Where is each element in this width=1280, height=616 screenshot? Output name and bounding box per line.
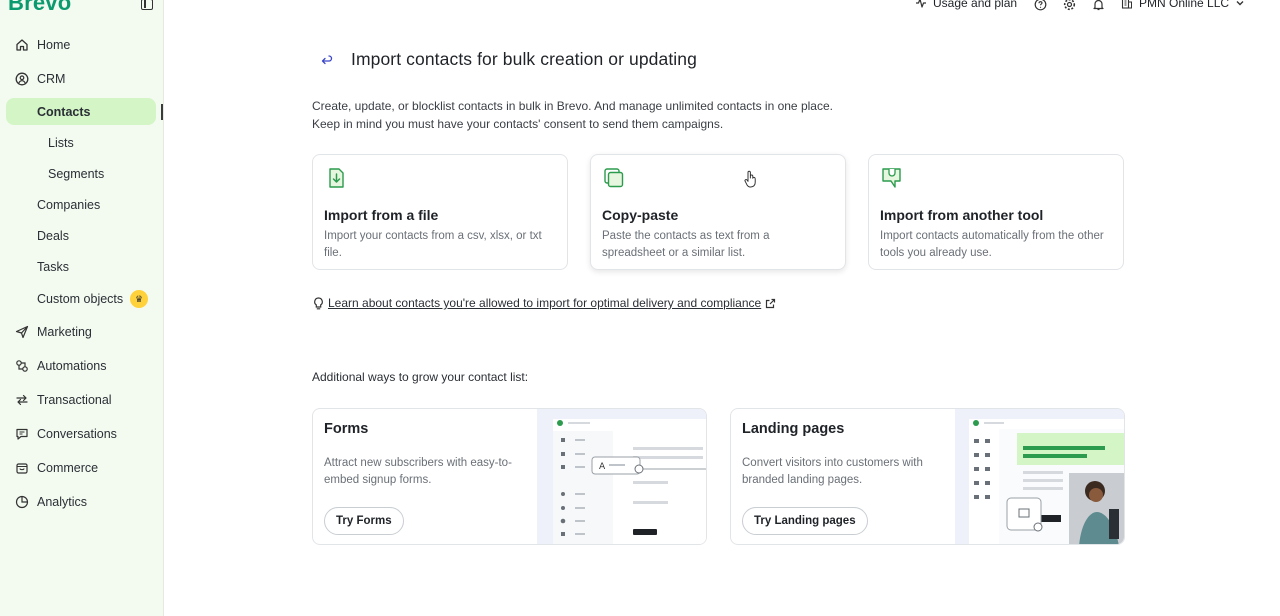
sidebar-item-label: Segments bbox=[48, 167, 105, 181]
card-title: Import from a file bbox=[324, 207, 439, 223]
crown-icon: ♛ bbox=[130, 290, 148, 308]
sidebar-item-label: Deals bbox=[37, 229, 69, 243]
back-icon[interactable] bbox=[319, 53, 335, 69]
card-description: Attract new subscribers with easy-to-emb… bbox=[324, 457, 512, 486]
card-description: Import your contacts from a csv, xlsx, o… bbox=[324, 230, 542, 259]
sidebar-item-label: Custom objects bbox=[37, 292, 124, 306]
page-title: Import contacts for bulk creation or upd… bbox=[351, 49, 697, 69]
sidebar-item-label: Tasks bbox=[37, 260, 69, 274]
sidebar-item-transactional[interactable]: Transactional bbox=[0, 387, 164, 413]
sidebar-item-label: CRM bbox=[37, 72, 66, 86]
account-name: PMN Online LLC bbox=[1139, 0, 1230, 10]
section-label: Additional ways to grow your contact lis… bbox=[312, 370, 529, 384]
sidebar-item-label: Companies bbox=[37, 198, 101, 212]
card-title: Import from another tool bbox=[880, 207, 1044, 223]
pie-chart-icon bbox=[14, 494, 30, 510]
intro-line: Keep in mind you must have your contacts… bbox=[312, 116, 724, 131]
sidebar-item-conversations[interactable]: Conversations bbox=[0, 421, 164, 447]
sidebar-item-crm[interactable]: CRM bbox=[0, 66, 164, 92]
sidebar-item-analytics[interactable]: Analytics bbox=[0, 489, 164, 515]
import-from-tool-card[interactable]: Import from another tool Import contacts… bbox=[868, 154, 1124, 270]
intro-text: Create, update, or blocklist contacts in… bbox=[312, 98, 833, 133]
sidebar-item-automations[interactable]: Automations bbox=[0, 353, 164, 379]
sidebar-item-commerce[interactable]: Commerce bbox=[0, 455, 164, 481]
forms-card: Forms Attract new subscribers with easy-… bbox=[312, 408, 707, 545]
sidebar-item-contacts[interactable]: Contacts bbox=[6, 98, 156, 125]
sidebar-item-label: Commerce bbox=[37, 461, 99, 475]
sidebar-item-label: Transactional bbox=[37, 393, 112, 407]
intro-line: Create, update, or blocklist contacts in… bbox=[312, 99, 833, 113]
card-title: Copy-paste bbox=[602, 207, 679, 223]
card-description: Paste the contacts as text from a spread… bbox=[602, 230, 770, 259]
sidebar-item-lists[interactable]: Lists bbox=[0, 130, 164, 156]
usage-label: Usage and plan bbox=[933, 0, 1018, 10]
bag-icon bbox=[14, 460, 30, 476]
home-icon bbox=[14, 37, 30, 53]
chevron-down-icon bbox=[1236, 1, 1244, 6]
sidebar-item-home[interactable]: Home bbox=[0, 32, 164, 58]
sidebar-item-companies[interactable]: Companies bbox=[0, 192, 164, 218]
card-description: Convert visitors into customers with bra… bbox=[742, 457, 923, 486]
plug-icon bbox=[882, 168, 901, 188]
forms-illustration: A bbox=[537, 409, 706, 544]
copy-paste-card[interactable]: Copy-paste Paste the contacts as text fr… bbox=[590, 154, 846, 270]
chat-icon bbox=[14, 426, 30, 442]
external-link-icon[interactable] bbox=[765, 298, 776, 309]
active-indicator bbox=[161, 104, 163, 120]
card-title: Landing pages bbox=[742, 421, 845, 437]
sidebar-item-custom-objects[interactable]: Custom objects ♛ bbox=[0, 286, 164, 312]
landing-pages-illustration bbox=[955, 409, 1124, 544]
usage-and-plan-button[interactable]: Usage and plan bbox=[915, 0, 1017, 10]
arrows-icon bbox=[14, 392, 30, 408]
crm-icon bbox=[14, 71, 30, 87]
gear-icon[interactable] bbox=[1062, 0, 1076, 11]
sidebar: Brevo Home CRM Contacts Lists Segments C… bbox=[0, 0, 164, 616]
learn-contacts-link[interactable]: Learn about contacts you're allowed to i… bbox=[328, 296, 761, 310]
sidebar-item-label: Conversations bbox=[37, 427, 117, 441]
copy-icon bbox=[604, 168, 624, 188]
bell-icon[interactable] bbox=[1091, 0, 1105, 11]
brevo-logo[interactable]: Brevo bbox=[8, 0, 71, 16]
import-from-file-card[interactable]: Import from a file Import your contacts … bbox=[312, 154, 568, 270]
hand-cursor-icon bbox=[744, 170, 756, 188]
try-forms-button[interactable]: Try Forms bbox=[324, 507, 404, 535]
paper-plane-icon bbox=[14, 324, 30, 340]
learn-link-row: Learn about contacts you're allowed to i… bbox=[313, 296, 776, 310]
try-landing-pages-button[interactable]: Try Landing pages bbox=[742, 507, 868, 535]
file-import-icon bbox=[329, 168, 344, 188]
sidebar-item-label: Marketing bbox=[37, 325, 92, 339]
landing-pages-card: Landing pages Convert visitors into cust… bbox=[730, 408, 1125, 545]
sidebar-item-tasks[interactable]: Tasks bbox=[0, 254, 164, 280]
account-menu[interactable]: PMN Online LLC bbox=[1121, 0, 1245, 10]
sidebar-item-label: Home bbox=[37, 38, 71, 52]
sidebar-item-deals[interactable]: Deals bbox=[0, 223, 164, 249]
building-icon bbox=[1121, 0, 1132, 9]
sidebar-collapse-icon[interactable] bbox=[141, 0, 153, 10]
automations-icon bbox=[14, 358, 30, 374]
sidebar-item-label: Contacts bbox=[37, 104, 91, 119]
lightbulb-icon bbox=[314, 296, 323, 309]
help-icon[interactable] bbox=[1033, 0, 1047, 11]
sidebar-item-label: Automations bbox=[37, 359, 107, 373]
card-title: Forms bbox=[324, 421, 369, 437]
sidebar-item-marketing[interactable]: Marketing bbox=[0, 319, 164, 345]
svg-text:A: A bbox=[599, 462, 606, 472]
card-description: Import contacts automatically from the o… bbox=[880, 230, 1104, 259]
activity-icon bbox=[916, 0, 926, 8]
sidebar-item-segments[interactable]: Segments bbox=[0, 161, 164, 187]
sidebar-item-label: Lists bbox=[48, 136, 74, 150]
sidebar-item-label: Analytics bbox=[37, 495, 88, 509]
